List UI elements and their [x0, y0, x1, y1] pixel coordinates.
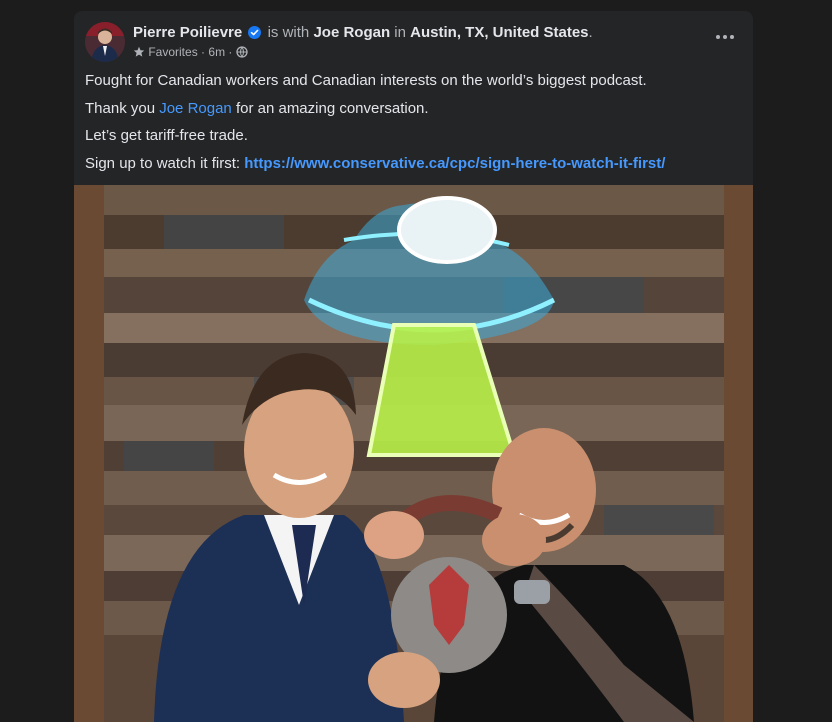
text-fragment: Sign up to watch it first: [85, 154, 245, 172]
globe-icon[interactable] [236, 45, 248, 59]
post-meta: Favorites · 6m · [133, 44, 248, 60]
author-avatar[interactable] [85, 22, 125, 62]
tagged-person-link[interactable]: Joe Rogan [313, 24, 390, 41]
post-photo-frame [74, 185, 753, 722]
post-card: Pierre Poilievre is with Joe Rogan in Au… [74, 11, 753, 722]
meta-separator: · [228, 45, 233, 59]
location-link[interactable]: Austin, TX, United States [410, 24, 588, 41]
meta-separator: · [201, 45, 206, 59]
signup-link[interactable]: https://www.conservative.ca/cpc/sign-her… [244, 155, 665, 172]
header-period: . [588, 24, 593, 41]
verified-badge-icon [248, 25, 262, 44]
in-text: in [394, 24, 406, 41]
post-text-line: Let’s get tariff-free trade. [85, 127, 248, 144]
is-with-text: is with [267, 24, 310, 41]
post-header: Pierre Poilievre is with Joe Rogan in Au… [74, 11, 753, 67]
post-header-line: Pierre Poilievre is with Joe Rogan in Au… [133, 23, 593, 44]
post-photo[interactable] [104, 185, 724, 722]
post-text-line: Fought for Canadian workers and Canadian… [85, 72, 647, 89]
text-fragment: for an amazing conversation. [231, 99, 429, 117]
author-name[interactable]: Pierre Poilievre [133, 24, 242, 41]
audience-label[interactable]: Favorites [148, 45, 197, 59]
post-text: Fought for Canadian workers and Canadian… [85, 71, 745, 181]
post-text-line: Thank you Joe Rogan for an amazing conve… [85, 99, 745, 127]
star-icon [133, 45, 148, 59]
more-options-icon[interactable] [711, 27, 739, 47]
post-text-line: Sign up to watch it first: https://www.c… [85, 154, 745, 182]
mention-link[interactable]: Joe Rogan [159, 100, 232, 117]
post-timestamp[interactable]: 6m [208, 45, 225, 59]
text-fragment: Thank you [85, 99, 160, 117]
